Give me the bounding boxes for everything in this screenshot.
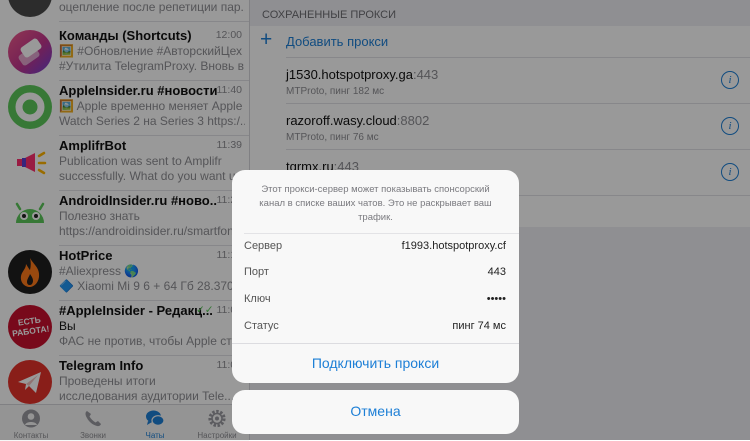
port-row: Порт 443 — [232, 259, 519, 285]
key-value: ••••• — [486, 293, 506, 305]
server-label: Сервер — [244, 240, 283, 252]
connect-proxy-button[interactable]: Подключить прокси — [232, 343, 519, 383]
status-value: пинг 74 мс — [452, 320, 506, 332]
status-label: Статус — [244, 320, 279, 332]
proxy-connect-dialog: Этот прокси-сервер может показывать спон… — [232, 170, 519, 383]
connect-proxy-label: Подключить прокси — [311, 355, 440, 371]
port-label: Порт — [244, 266, 269, 278]
status-row: Статус пинг 74 мс — [232, 313, 519, 339]
cancel-label: Отмена — [350, 403, 401, 419]
server-row: Сервер f1993.hotspotproxy.cf — [232, 233, 519, 259]
key-label: Ключ — [244, 293, 271, 305]
row-separator — [244, 233, 519, 234]
cancel-button[interactable]: Отмена — [232, 390, 519, 434]
sponsor-notice: Этот прокси-сервер может показывать спон… — [259, 184, 492, 223]
server-value: f1993.hotspotproxy.cf — [401, 240, 506, 252]
port-value: 443 — [487, 266, 506, 278]
key-row: Ключ ••••• — [232, 286, 519, 312]
